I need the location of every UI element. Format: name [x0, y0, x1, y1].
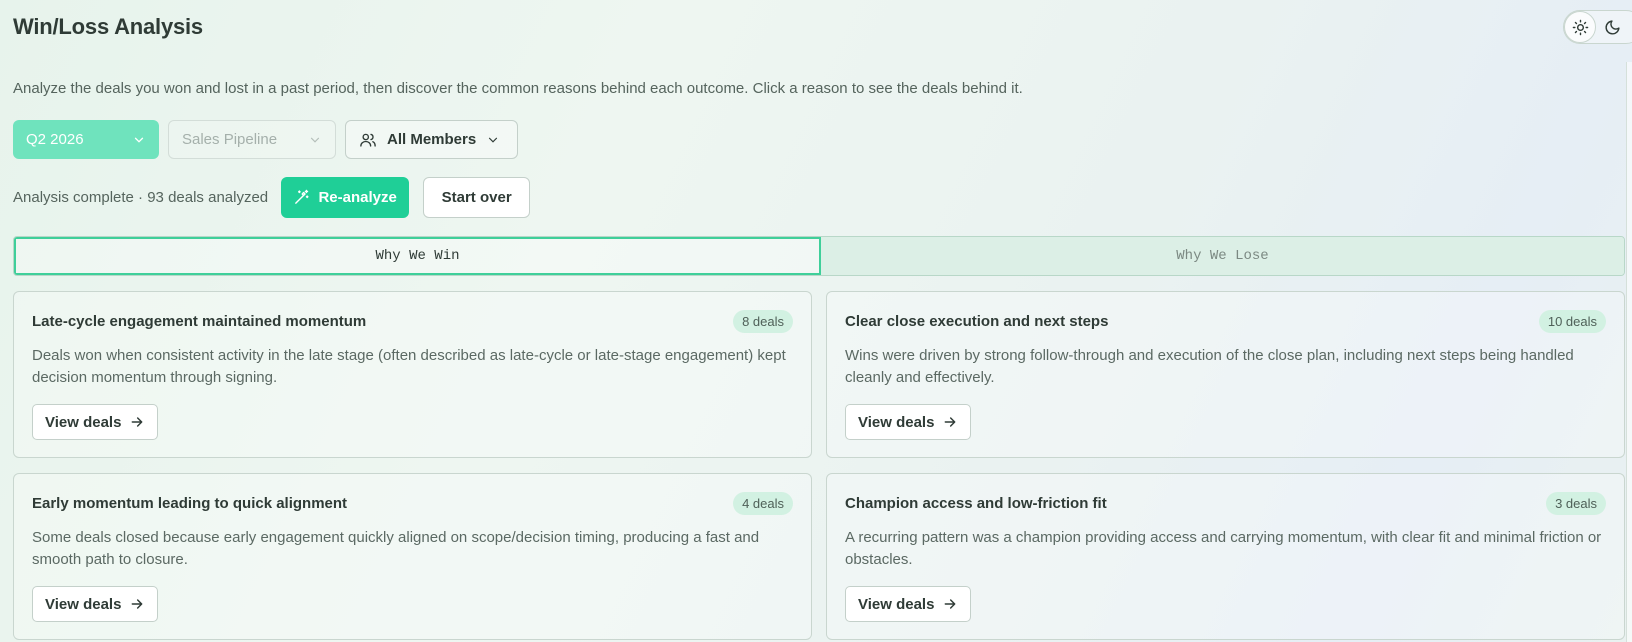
chevron-down-icon — [308, 133, 322, 147]
view-deals-button[interactable]: View deals — [845, 404, 972, 440]
reason-description: A recurring pattern was a champion provi… — [845, 529, 1602, 568]
arrow-right-icon — [129, 414, 145, 430]
sun-icon — [1572, 19, 1589, 36]
view-deals-label: View deals — [858, 595, 935, 613]
members-select[interactable]: All Members — [345, 120, 518, 159]
reanalyze-button[interactable]: Re-analyze — [281, 177, 410, 218]
users-icon — [359, 131, 377, 149]
chevron-down-icon — [132, 133, 146, 147]
deal-count-badge: 4 deals — [733, 492, 793, 515]
pipeline-select[interactable]: Sales Pipeline — [168, 120, 336, 159]
tab-why-we-lose[interactable]: Why We Lose — [821, 237, 1624, 275]
chevron-down-icon — [486, 133, 500, 147]
view-deals-button[interactable]: View deals — [32, 404, 159, 440]
reason-card[interactable]: Champion access and low-friction fit 3 d… — [826, 473, 1625, 640]
pipeline-value: Sales Pipeline — [182, 131, 278, 148]
filter-bar: Q2 2026 Sales Pipeline All Members — [13, 120, 518, 159]
status-row: Analysis complete · 93 deals analyzed Re… — [13, 177, 531, 218]
view-deals-button[interactable]: View deals — [32, 586, 159, 622]
arrow-right-icon — [129, 596, 145, 612]
deal-count-badge: 8 deals — [733, 310, 793, 333]
reason-title: Late-cycle engagement maintained momentu… — [32, 313, 367, 330]
period-value: Q2 2026 — [26, 131, 84, 148]
reason-card[interactable]: Late-cycle engagement maintained momentu… — [13, 291, 812, 458]
reason-cards: Late-cycle engagement maintained momentu… — [13, 291, 1625, 640]
reason-description: Wins were driven by strong follow-throug… — [845, 347, 1574, 386]
theme-toggle — [1563, 10, 1632, 44]
reanalyze-label: Re-analyze — [318, 189, 397, 206]
view-deals-button[interactable]: View deals — [845, 586, 972, 622]
arrow-right-icon — [942, 596, 958, 612]
tab-why-we-win[interactable]: Why We Win — [14, 237, 821, 275]
page-title: Win/Loss Analysis — [13, 14, 203, 39]
reason-card[interactable]: Clear close execution and next steps 10 … — [826, 291, 1625, 458]
page-description: Analyze the deals you won and lost in a … — [13, 80, 1023, 97]
outcome-tabs: Why We Win Why We Lose — [13, 236, 1625, 276]
deal-count-badge: 10 deals — [1538, 310, 1606, 333]
dark-theme-button[interactable] — [1596, 11, 1628, 43]
reason-description: Deals won when consistent activity in th… — [32, 347, 786, 386]
deal-count-badge: 3 deals — [1546, 492, 1606, 515]
members-value: All Members — [387, 131, 477, 148]
reason-title: Early momentum leading to quick alignmen… — [32, 495, 348, 512]
view-deals-label: View deals — [45, 595, 122, 613]
scrollbar[interactable] — [1626, 62, 1632, 642]
reason-title: Champion access and low-friction fit — [845, 495, 1107, 512]
light-theme-button[interactable] — [1564, 11, 1596, 43]
view-deals-label: View deals — [45, 413, 122, 431]
reason-description: Some deals closed because early engageme… — [32, 529, 760, 568]
view-deals-label: View deals — [858, 413, 935, 431]
arrow-right-icon — [942, 414, 958, 430]
reason-card[interactable]: Early momentum leading to quick alignmen… — [13, 473, 812, 640]
analysis-status: Analysis complete · 93 deals analyzed — [13, 189, 269, 206]
start-over-label: Start over — [441, 189, 512, 206]
start-over-button[interactable]: Start over — [423, 177, 531, 218]
magic-wand-icon — [293, 189, 310, 206]
reason-title: Clear close execution and next steps — [845, 313, 1109, 330]
period-select[interactable]: Q2 2026 — [13, 120, 159, 159]
moon-icon — [1604, 19, 1621, 36]
